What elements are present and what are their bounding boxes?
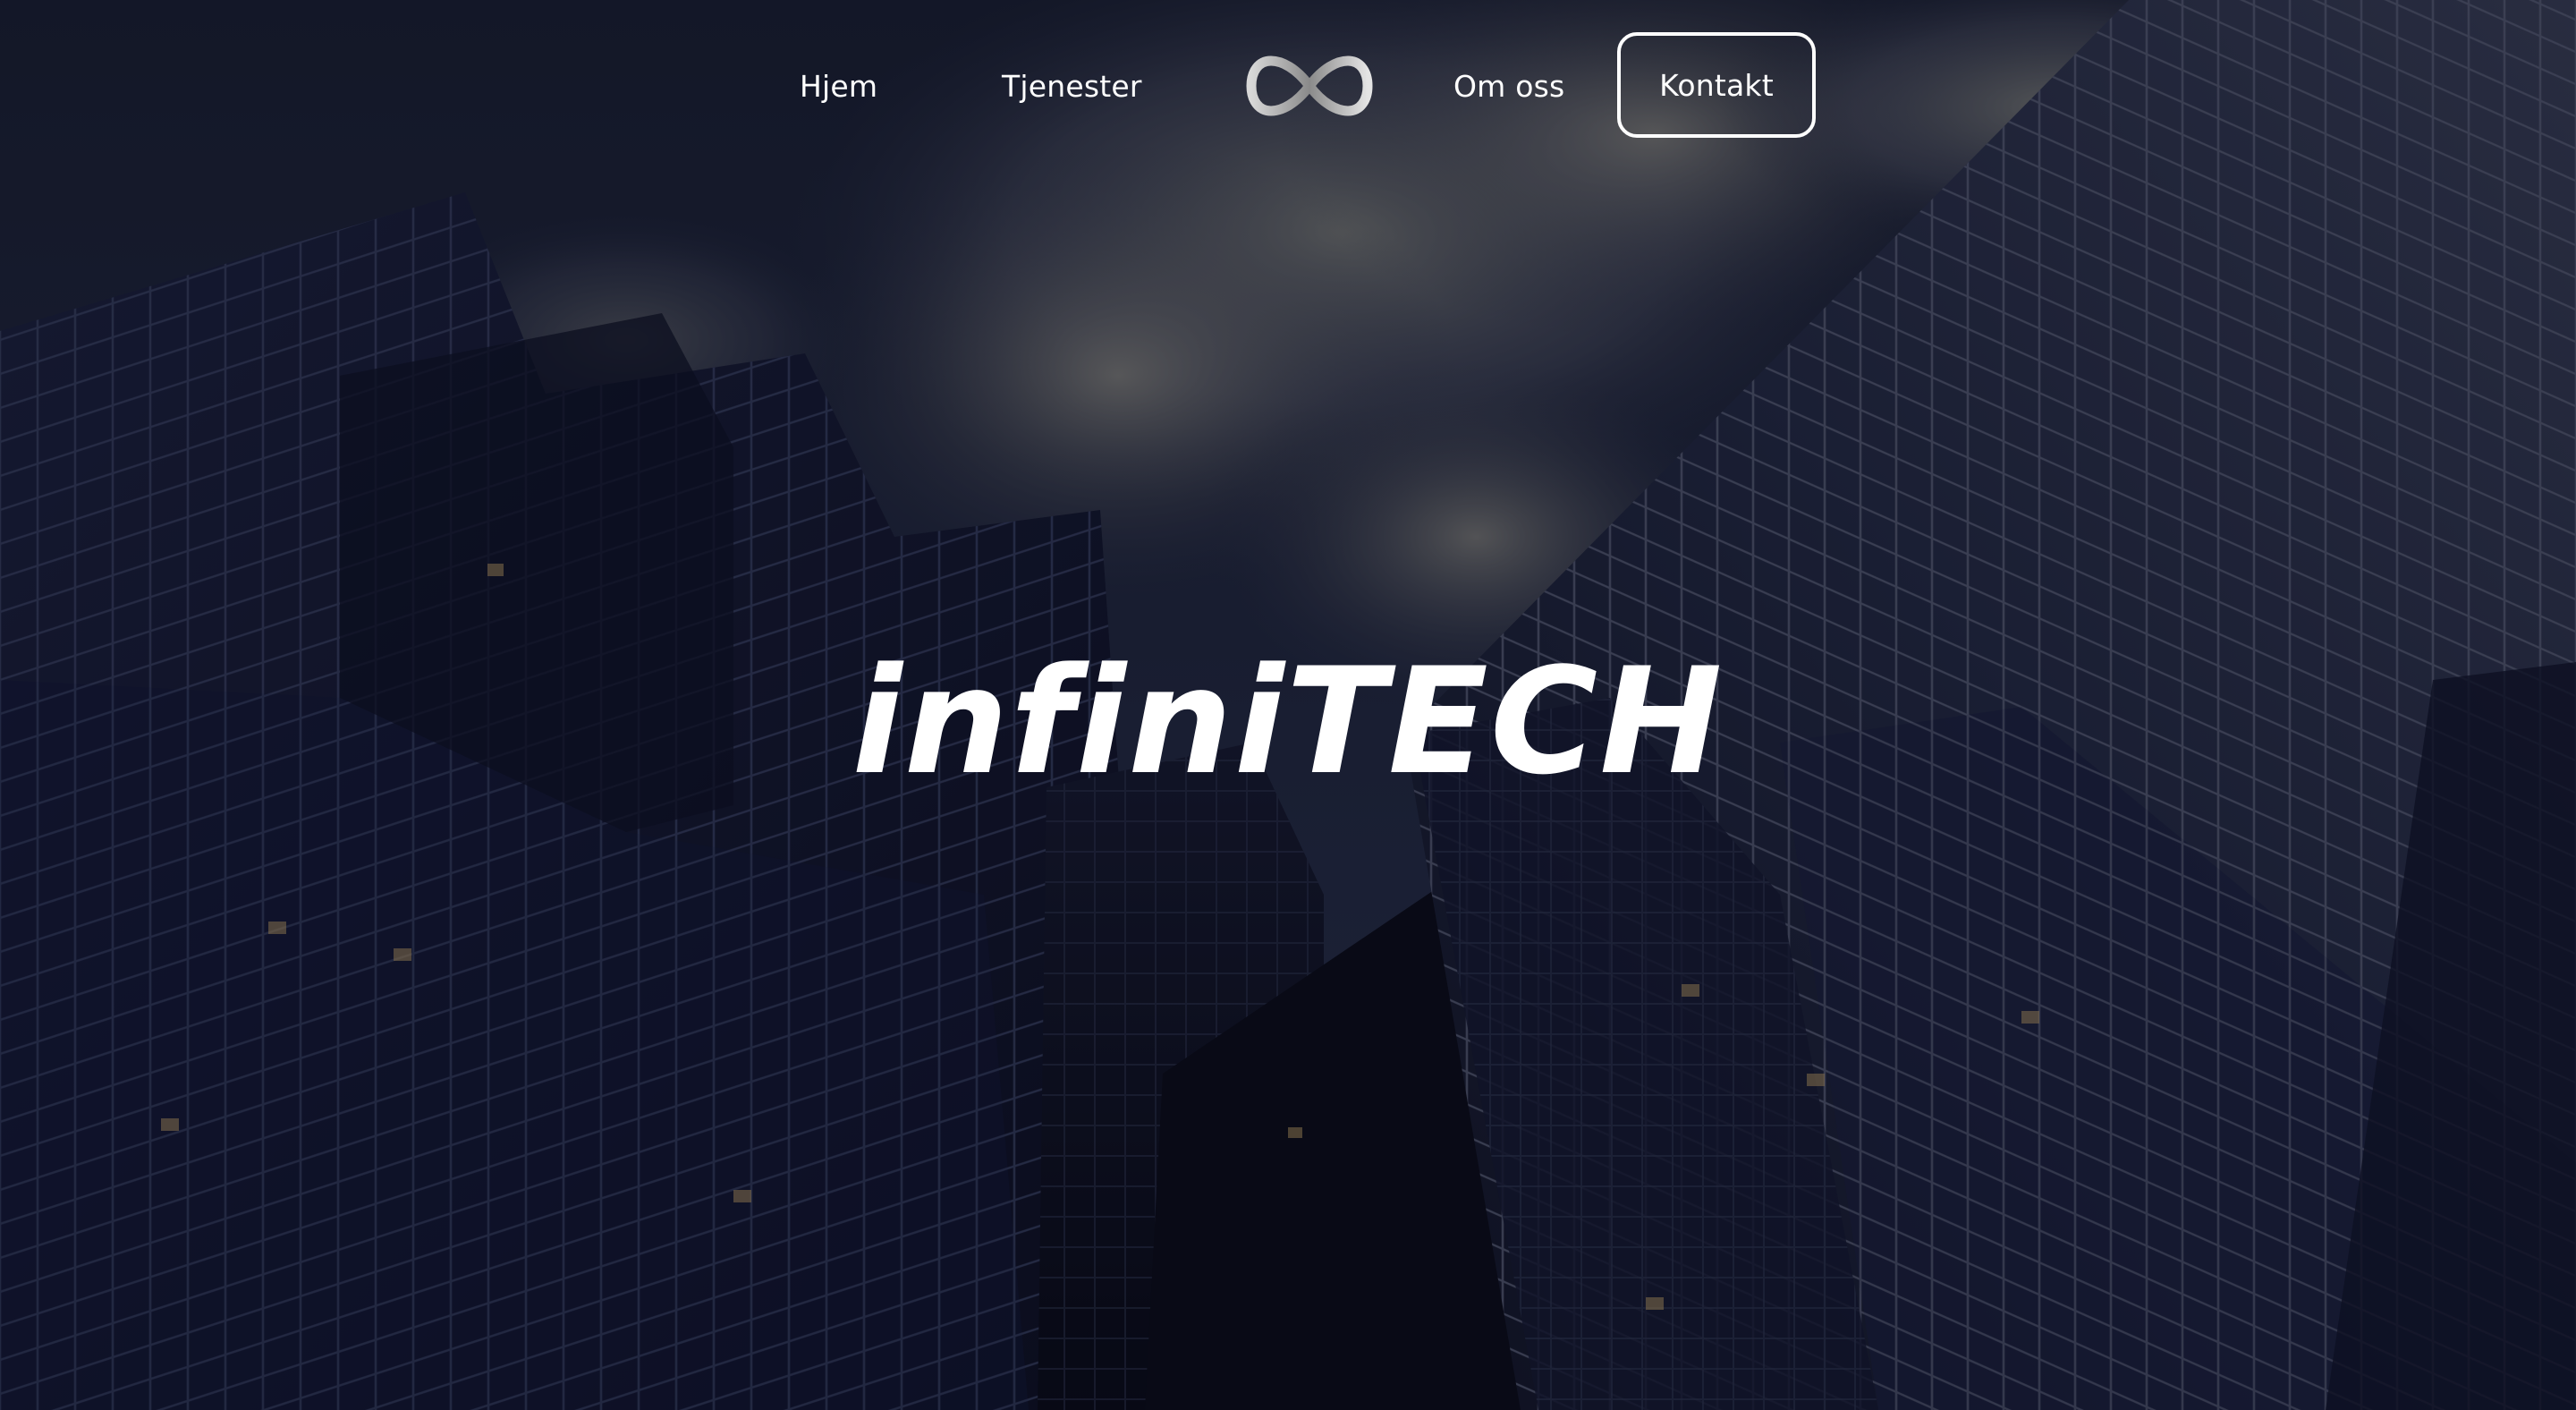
hero-section: Hjem Tjenester Om oss Kontakt infiniTECH xyxy=(0,0,2576,1410)
nav-contact-button[interactable]: Kontakt xyxy=(1617,32,1816,138)
nav-link-services[interactable]: Tjenester xyxy=(1002,72,1142,101)
nav-link-about[interactable]: Om oss xyxy=(1453,72,1564,101)
nav-link-home[interactable]: Hjem xyxy=(800,72,877,101)
top-navigation: Hjem Tjenester Om oss Kontakt xyxy=(0,0,2576,179)
hero-title: infiniTECH xyxy=(852,635,1724,807)
infinity-logo-icon[interactable] xyxy=(1246,52,1373,120)
